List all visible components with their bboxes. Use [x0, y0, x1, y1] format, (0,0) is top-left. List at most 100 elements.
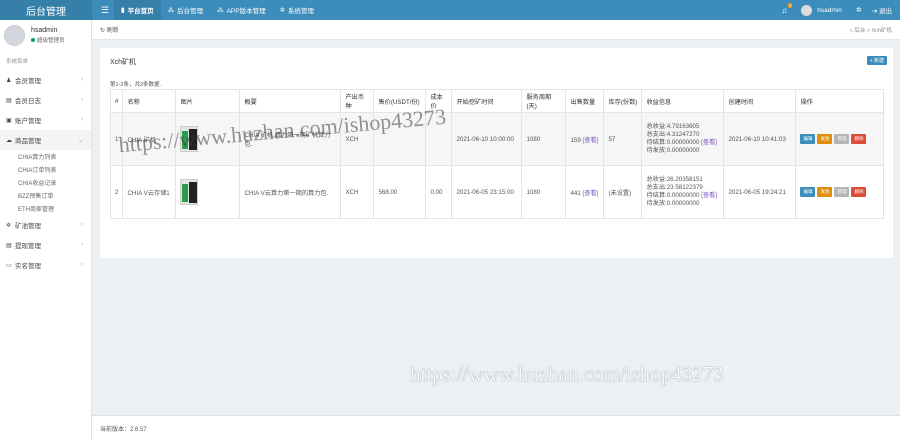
- col-actions: 操作: [795, 89, 884, 113]
- header-username[interactable]: hsadmin: [817, 7, 842, 14]
- col-coin[interactable]: 产出币种: [340, 89, 375, 113]
- cell-index: 2: [109, 165, 124, 219]
- wallet-icon: ▣: [6, 117, 12, 124]
- manage-button[interactable]: 管理: [834, 134, 850, 144]
- col-price[interactable]: 售价(USDT/份): [373, 89, 427, 113]
- edit-button[interactable]: 编辑: [800, 187, 816, 197]
- chevron-left-icon: ‹: [81, 77, 83, 83]
- sidebar-item-withdrawals[interactable]: ▤ 提现管理 ‹: [0, 235, 91, 255]
- sitemap-icon: ⁂: [217, 7, 224, 14]
- top-nav: ▮ 平台首页 ⁂ 后台管理 ⁂ APP版本管理 ✲ 系统管理: [114, 0, 321, 20]
- cell-coin: XCH: [340, 165, 375, 219]
- edit-button[interactable]: 编辑: [800, 134, 816, 144]
- col-period[interactable]: 服务周期(天): [521, 89, 567, 113]
- id-card-icon: ▭: [6, 262, 12, 269]
- table-header-row: # 名称 图片 概要 产出币种 售价(USDT/份) 成本价 开始挖矿时间 服务…: [109, 89, 884, 113]
- refresh-button[interactable]: ↻ 刷新: [100, 25, 119, 34]
- cell-image: [175, 112, 241, 166]
- sidebar-item-realname[interactable]: ▭ 实名管理 ‹: [0, 255, 91, 275]
- result-summary: 第1-2条，共2条数据.: [110, 82, 162, 88]
- product-panel: Xch矿机 + 新建 第1-2条，共2条数据. # 名称 图片 概要 产出币种 …: [100, 48, 893, 258]
- sidebar-item-products[interactable]: ☁ 商品管理 ⌄: [0, 130, 91, 150]
- chevron-left-icon: ‹: [81, 97, 83, 103]
- logout-icon: ⇥: [871, 8, 878, 15]
- add-button[interactable]: + 新建: [866, 56, 887, 65]
- view-income-link[interactable]: [查看]: [701, 139, 717, 146]
- col-sold[interactable]: 出售数量: [565, 89, 605, 113]
- cell-summary: CHIA V云算力第一期的算力包.: [239, 165, 342, 219]
- product-table: # 名称 图片 概要 产出币种 售价(USDT/份) 成本价 开始挖矿时间 服务…: [109, 89, 884, 219]
- cell-sold: 441 [查看]: [565, 165, 605, 219]
- sidebar: hsadmin 超级管理员 系统菜单 ♟ 会员管理 ‹ ▤ 会员日志 ‹ ▣ 账户管理 ‹ …: [0, 20, 92, 440]
- cell-summary: CHIA 矿机,算力第一期矿机算力包.: [239, 112, 342, 166]
- sidebar-item-pool[interactable]: ✲ 矿池管理 ‹: [0, 215, 91, 235]
- col-cost[interactable]: 成本价: [425, 89, 453, 113]
- app-logo[interactable]: 后台管理: [0, 0, 92, 20]
- delete-button[interactable]: 删除: [851, 134, 867, 144]
- online-status-icon: [31, 37, 35, 42]
- table-row: 2 CHIA V云存储1 CHIA V云算力第一期的算力包. XCH 568.0…: [109, 165, 884, 219]
- col-created[interactable]: 创建时间: [723, 89, 797, 113]
- cell-actions: 编辑 发放 管理 删除: [795, 112, 884, 166]
- cell-cost: [425, 112, 453, 166]
- col-image: 图片: [175, 89, 241, 113]
- sidebar-user-panel: hsadmin 超级管理员: [0, 20, 91, 50]
- sidebar-subitem-chia-orders[interactable]: CHIA订单列表: [0, 163, 91, 176]
- notification-bell-icon[interactable]: ♫ 1: [781, 2, 793, 15]
- sidebar-user-role: 超级管理员: [31, 36, 65, 44]
- chevron-left-icon: ‹: [81, 242, 83, 248]
- main-content: ↻ 刷新 ⌂ 后台 > Xch矿机 Xch矿机 + 新建 第1-2条，共2条数据…: [92, 20, 900, 440]
- col-index[interactable]: #: [109, 89, 124, 113]
- sidebar-item-members[interactable]: ♟ 会员管理 ‹: [0, 70, 91, 90]
- chevron-left-icon: ‹: [81, 222, 83, 228]
- nav-app-version[interactable]: ⁂ APP版本管理: [210, 0, 273, 20]
- sidebar-section-label: 系统菜单: [6, 59, 29, 65]
- manage-button[interactable]: 管理: [834, 187, 850, 197]
- nav-platform-home[interactable]: ▮ 平台首页: [114, 0, 161, 20]
- cell-period: 1080: [521, 112, 567, 166]
- cell-income: 总收益:4.79163605 总支出:4.31247270 待结算:0.0000…: [641, 112, 725, 166]
- chevron-left-icon: ‹: [81, 262, 83, 268]
- cell-income: 总收益:26.20358151 总支出:23.58122379 待结算:0.00…: [641, 165, 725, 219]
- ship-button[interactable]: 发放: [817, 134, 833, 144]
- chevron-left-icon: ‹: [81, 117, 83, 123]
- view-sold-link[interactable]: [查看]: [583, 190, 599, 197]
- version-text: 当前版本：2.6.57: [100, 426, 147, 433]
- col-name[interactable]: 名称: [122, 89, 177, 113]
- sidebar-item-member-logs[interactable]: ▤ 会员日志 ‹: [0, 90, 91, 110]
- col-start-time[interactable]: 开始挖矿时间: [451, 89, 523, 113]
- cell-created: 2021-06-10 10:41:03: [723, 112, 797, 166]
- panel-title: Xch矿机: [110, 59, 137, 66]
- cell-sold: 159 [查看]: [565, 112, 605, 166]
- col-stock[interactable]: 库存(份数): [603, 89, 643, 113]
- menu-toggle-icon[interactable]: ☰: [96, 5, 114, 16]
- home-icon: ⌂: [849, 27, 853, 34]
- table-row: 1 CHIA 矿机 CHIA 矿机,算力第一期矿机算力包. XCH 2021-0…: [109, 112, 884, 166]
- cloud-icon: ☁: [6, 137, 12, 144]
- view-sold-link[interactable]: [查看]: [583, 137, 599, 144]
- top-header: 后台管理 ☰ ▮ 平台首页 ⁂ 后台管理 ⁂ APP版本管理 ✲ 系统管理 ♫ 1 hsa…: [0, 0, 900, 20]
- settings-gear-icon[interactable]: ✲: [856, 6, 862, 14]
- sidebar-subitem-chia-hashrate[interactable]: CHIA算力列表: [0, 150, 91, 163]
- nav-backend-management[interactable]: ⁂ 后台管理: [161, 0, 211, 20]
- product-thumbnail[interactable]: [180, 126, 199, 152]
- sidebar-subitem-chia-income[interactable]: CHIA收益记录: [0, 176, 91, 189]
- sidebar-item-accounts[interactable]: ▣ 账户管理 ‹: [0, 110, 91, 130]
- ship-button[interactable]: 发放: [817, 187, 833, 197]
- logout-button[interactable]: ⇥ 退出: [872, 5, 892, 15]
- sidebar-subitem-bzz-presale[interactable]: BZZ预售订单: [0, 189, 91, 202]
- list-icon: ▤: [6, 97, 12, 104]
- sidebar-subitem-eth-merchants[interactable]: ETH商家管理: [0, 202, 91, 215]
- cell-name: CHIA 矿机: [122, 112, 177, 166]
- bookmark-icon: ▮: [121, 7, 125, 14]
- cell-period: 1080: [521, 165, 567, 219]
- user-avatar[interactable]: [801, 4, 813, 16]
- col-income: 收益信息: [641, 89, 725, 113]
- gear-icon: ✲: [6, 222, 12, 229]
- sidebar-username: hsadmin: [31, 26, 58, 34]
- delete-button[interactable]: 删除: [851, 187, 867, 197]
- user-icon: ♟: [6, 77, 12, 84]
- view-income-link[interactable]: [查看]: [701, 192, 717, 199]
- nav-system-management[interactable]: ✲ 系统管理: [273, 0, 321, 20]
- product-thumbnail[interactable]: [180, 179, 199, 205]
